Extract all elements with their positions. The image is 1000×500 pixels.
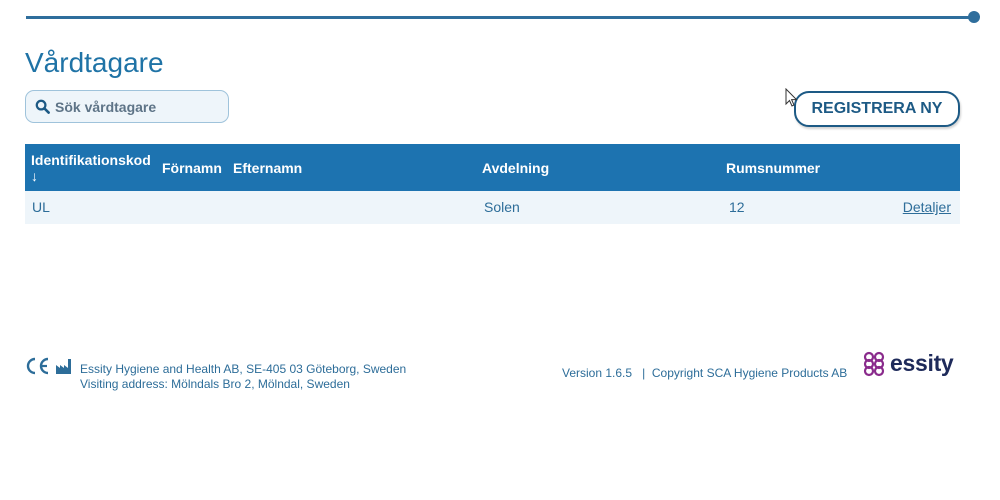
page-title: Vårdtagare	[25, 47, 164, 78]
patients-table: Identifikationskod ↓ Förnamn Efternamn A…	[25, 144, 960, 224]
sort-descending-icon: ↓	[31, 168, 38, 184]
company-address: Essity Hygiene and Health AB, SE-405 03 …	[80, 362, 407, 376]
column-header-last-name[interactable]: Efternamn	[233, 160, 302, 176]
details-link[interactable]: Detaljer	[903, 199, 951, 215]
search-input[interactable]	[55, 98, 215, 115]
version-label: Version 1.6.5	[562, 366, 633, 380]
search-icon	[35, 99, 50, 114]
certification-marks	[25, 355, 75, 382]
column-header-room[interactable]: Rumsnummer	[726, 160, 820, 176]
column-header-id[interactable]: Identifikationskod ↓	[31, 152, 151, 184]
table-row[interactable]: UL Solen 12 Detaljer	[25, 191, 960, 224]
manufacturer-icon	[56, 359, 71, 374]
register-new-button[interactable]: REGISTRERA NY	[794, 91, 960, 127]
ce-mark-icon	[26, 357, 49, 375]
search-box[interactable]	[25, 90, 229, 123]
brand-name: essity	[890, 350, 954, 376]
column-header-department[interactable]: Avdelning	[482, 160, 549, 176]
copyright-label: Copyright SCA Hygiene Products AB	[651, 366, 848, 380]
brand: essity	[862, 350, 954, 377]
version-info: Version 1.6.5 | Copyright SCA Hygiene Pr…	[562, 366, 847, 380]
mouse-cursor-icon	[785, 88, 798, 107]
progress-dot	[968, 11, 980, 23]
visiting-address: Visiting address: Mölndals Bro 2, Mölnda…	[80, 377, 350, 391]
column-header-first-name[interactable]: Förnamn	[162, 160, 222, 176]
footer-separator: |	[642, 366, 646, 380]
progress-track	[26, 16, 973, 19]
company-info: Essity Hygiene and Health AB, SE-405 03 …	[80, 362, 406, 392]
cell-id: UL	[32, 199, 50, 215]
table-header: Identifikationskod ↓ Förnamn Efternamn A…	[25, 144, 960, 191]
essity-logo-icon	[863, 351, 885, 376]
column-header-id-label: Identifikationskod	[31, 152, 151, 168]
cell-room: 12	[729, 199, 745, 215]
cell-department: Solen	[484, 199, 520, 215]
